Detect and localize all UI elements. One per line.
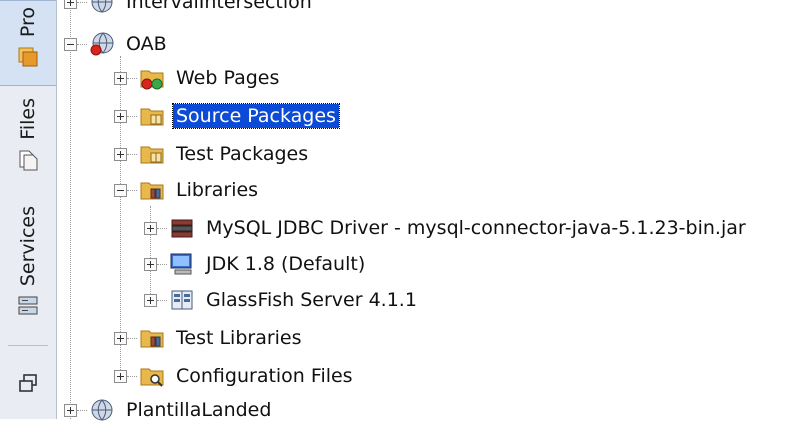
tree-node-label: Libraries	[176, 179, 259, 201]
collapse-toggle[interactable]	[64, 37, 77, 51]
projects-icon	[18, 47, 38, 67]
tree-node-label: IntervalIntersection	[126, 0, 312, 13]
jdk-monitor-icon	[170, 253, 192, 275]
tab-files-label: Files	[17, 98, 39, 140]
expand-toggle[interactable]	[114, 369, 127, 383]
side-tab-strip: Pro Files Services	[0, 0, 57, 419]
expand-toggle[interactable]	[144, 257, 157, 271]
tree-node-lib-mysql[interactable]: MySQL JDBC Driver - mysql-connector-java…	[144, 212, 749, 244]
restore-window-icon[interactable]	[16, 372, 40, 396]
expand-toggle[interactable]	[114, 109, 127, 123]
project-globe-icon	[91, 0, 113, 13]
configuration-folder-icon	[140, 368, 164, 387]
tab-projects[interactable]: Pro	[0, 0, 56, 86]
files-icon	[19, 150, 38, 171]
expand-toggle[interactable]	[114, 71, 127, 85]
tree-node-test-packages[interactable]: Test Packages	[114, 138, 311, 170]
expand-toggle[interactable]	[114, 331, 127, 345]
tree-guide-root	[70, 0, 71, 419]
expand-toggle[interactable]	[144, 293, 157, 307]
tree-node-source-packages[interactable]: Source Packages	[114, 100, 340, 132]
collapse-toggle[interactable]	[114, 183, 127, 197]
tree-node-label: Test Packages	[176, 143, 309, 165]
tree-node-web-pages[interactable]: Web Pages	[114, 62, 282, 94]
tree-node-label: Web Pages	[176, 67, 280, 89]
tree-node-plantillalanded[interactable]: PlantillaLanded	[64, 394, 274, 426]
tree-node-label: Test Libraries	[176, 327, 302, 349]
tab-services[interactable]: Services	[0, 200, 56, 330]
server-library-icon	[171, 290, 193, 310]
project-tree: IntervalIntersection OAB Web Pages Sourc…	[56, 0, 800, 421]
tree-node-label-selected: Source Packages	[172, 103, 340, 129]
expand-toggle[interactable]	[64, 0, 77, 9]
services-icon	[18, 296, 38, 315]
web-pages-folder-icon	[140, 70, 164, 90]
test-libraries-folder-icon	[140, 330, 164, 348]
tree-node-oab[interactable]: OAB	[64, 28, 170, 60]
web-project-globe-icon	[90, 32, 114, 56]
jar-library-icon	[171, 219, 193, 238]
tree-node-label: MySQL JDBC Driver - mysql-connector-java…	[206, 217, 746, 239]
expand-toggle[interactable]	[114, 147, 127, 161]
strip-separator	[8, 345, 48, 346]
tree-node-label: PlantillaLanded	[126, 399, 272, 421]
tree-node-lib-jdk[interactable]: JDK 1.8 (Default)	[144, 248, 368, 280]
test-packages-folder-icon	[140, 146, 164, 164]
libraries-folder-icon	[140, 182, 164, 200]
tree-node-label: JDK 1.8 (Default)	[206, 253, 366, 275]
project-globe-icon	[91, 399, 113, 421]
tree-node-interval[interactable]: IntervalIntersection	[64, 0, 315, 18]
tab-files[interactable]: Files	[0, 92, 56, 188]
tree-node-configuration-files[interactable]: Configuration Files	[114, 360, 356, 392]
tree-node-test-libraries[interactable]: Test Libraries	[114, 322, 305, 354]
tree-node-lib-glassfish[interactable]: GlassFish Server 4.1.1	[144, 284, 420, 316]
tree-node-libraries[interactable]: Libraries	[114, 174, 261, 206]
tree-node-label: GlassFish Server 4.1.1	[206, 289, 417, 311]
tab-services-label: Services	[17, 206, 39, 287]
project-name: OAB	[126, 33, 167, 55]
expand-toggle[interactable]	[144, 221, 157, 235]
tab-projects-label: Pro	[17, 7, 39, 38]
expand-toggle[interactable]	[64, 403, 77, 417]
tree-node-label: Configuration Files	[176, 365, 353, 387]
source-packages-folder-icon	[140, 108, 164, 126]
